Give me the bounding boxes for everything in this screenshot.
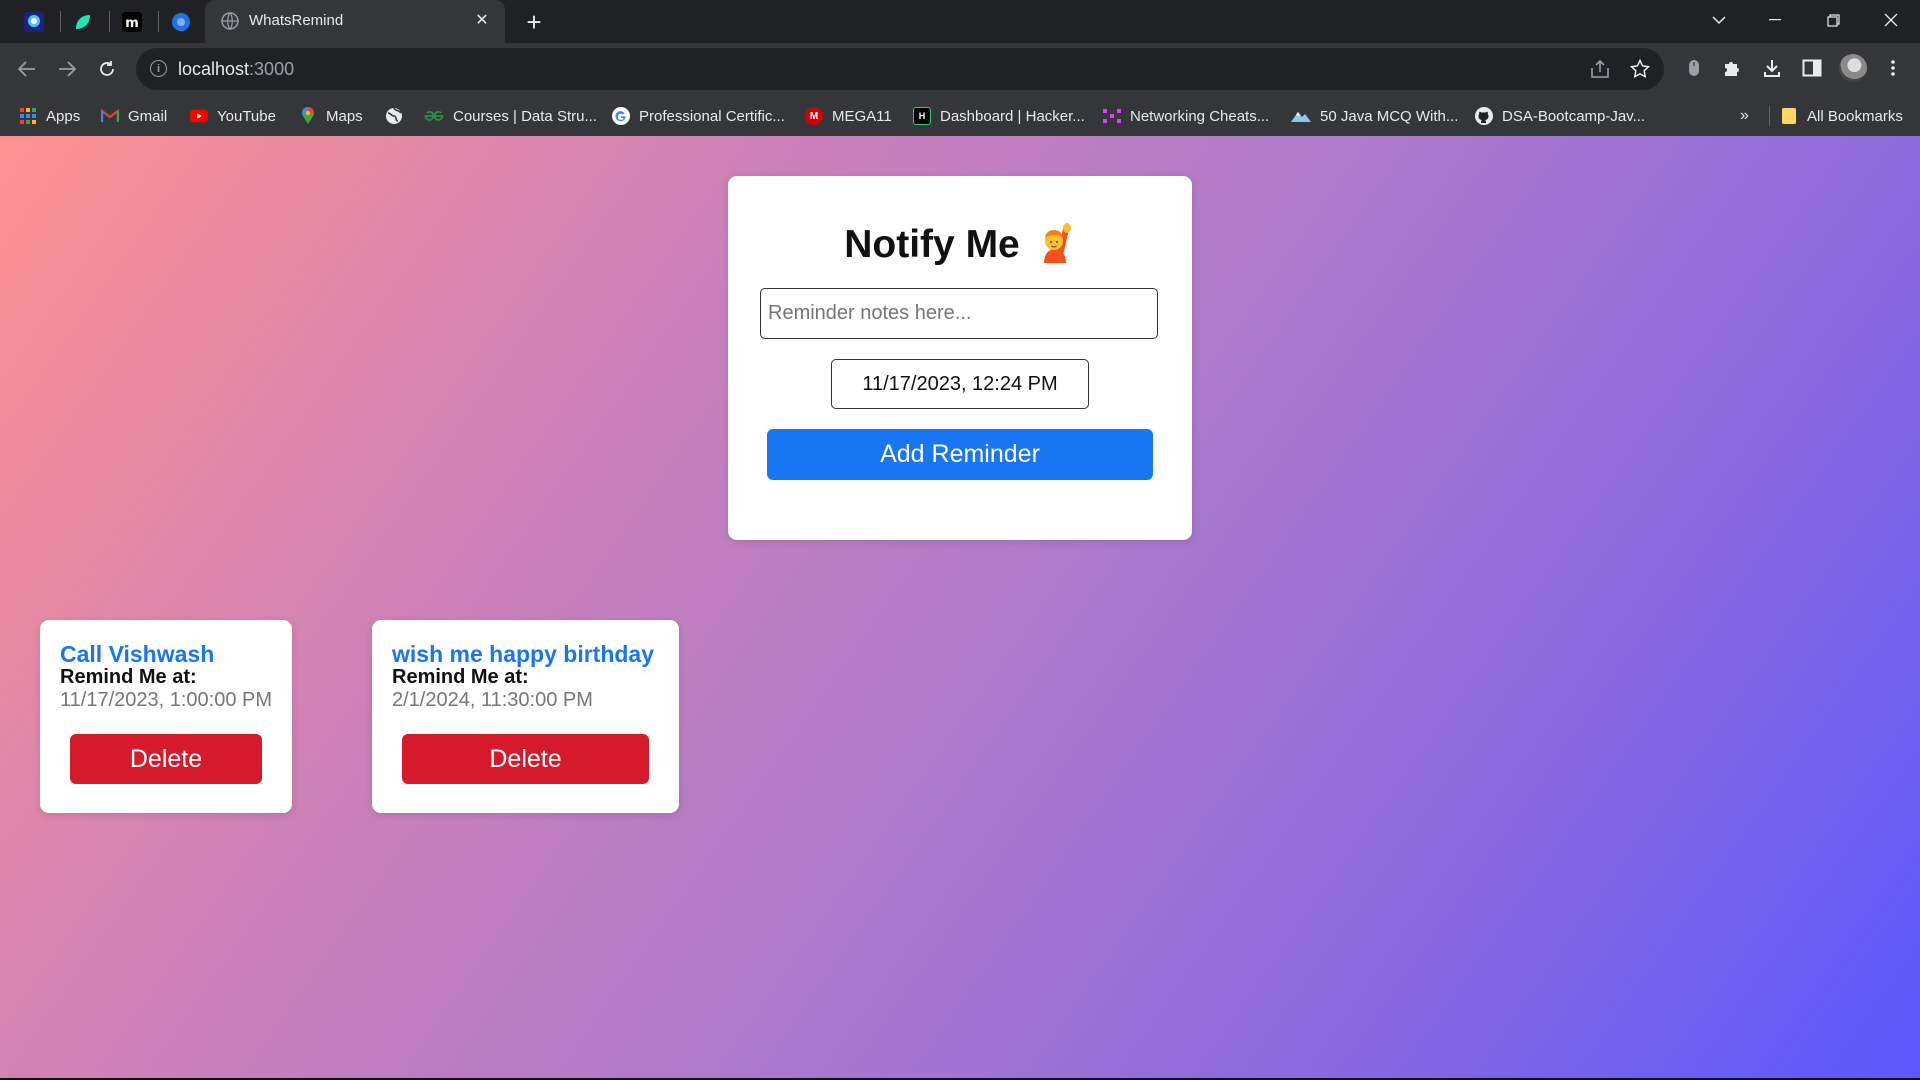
pinned-tab-3[interactable]: m — [118, 8, 146, 36]
bookmark-separator — [1769, 106, 1770, 126]
bookmark-star-icon[interactable] — [1628, 57, 1652, 81]
reminder-title: Call Vishwash — [60, 641, 215, 667]
gfg-icon — [424, 107, 444, 125]
apps-grid-icon — [19, 107, 37, 125]
bookmark-dsa-bootcamp[interactable]: DSA-Bootcamp-Jav... — [1475, 105, 1645, 127]
reminder-time-label: Remind Me at: — [392, 666, 529, 688]
github-icon — [1475, 107, 1493, 125]
bookmarks-overflow-button[interactable]: » — [1740, 105, 1749, 127]
menu-kebab-icon[interactable] — [1880, 55, 1906, 81]
side-panel-icon[interactable] — [1799, 55, 1825, 81]
app-logo-icon — [24, 12, 44, 32]
reminder-form-card: Notify Me 11/17/2023, 12:24 PM Add Remin… — [728, 176, 1192, 540]
back-icon[interactable] — [12, 54, 42, 84]
pinned-tab-4[interactable] — [167, 8, 195, 36]
extensions-puzzle-icon[interactable] — [1719, 55, 1745, 81]
delete-reminder-button[interactable]: Delete — [70, 734, 262, 784]
bookmark-mega11[interactable]: M MEGA11 — [805, 105, 892, 127]
person-raising-hand-icon — [1043, 223, 1071, 263]
url-text[interactable]: localhost:3000 — [178, 59, 294, 80]
bookmark-hackerrank-dashboard[interactable]: H Dashboard | Hacker... — [913, 105, 1085, 127]
tab-whatsremind[interactable]: WhatsRemind ✕ — [205, 0, 505, 43]
page-background: Notify Me 11/17/2023, 12:24 PM Add Remin… — [0, 136, 1920, 1078]
add-reminder-button[interactable]: Add Reminder — [767, 429, 1153, 480]
bookmark-networking-cheatsheet[interactable]: Networking Cheats... — [1103, 105, 1269, 127]
youtube-icon — [190, 107, 208, 125]
medium-m-icon: m — [122, 12, 142, 32]
close-tab-icon[interactable]: ✕ — [471, 9, 493, 31]
bookmark-youtube[interactable]: YouTube — [190, 105, 276, 127]
download-icon[interactable] — [1759, 55, 1785, 81]
address-bar[interactable]: i localhost:3000 — [136, 48, 1664, 90]
svg-text:m: m — [125, 16, 139, 31]
bookmark-apps[interactable]: Apps — [19, 105, 80, 127]
tab-title: WhatsRemind — [249, 12, 344, 29]
page-title: Notify Me — [728, 221, 1192, 267]
globe-icon — [221, 12, 239, 30]
reminder-title: wish me happy birthday — [392, 641, 654, 667]
browser-toolbar: i localhost:3000 Apps Gmail YouTube Maps… — [0, 43, 1920, 138]
globe-icon — [385, 107, 403, 125]
reminder-time: 2/1/2024, 11:30:00 PM — [392, 689, 593, 711]
network-icon — [1103, 107, 1121, 125]
bookmark-gfg-courses[interactable]: Courses | Data Stru... — [424, 105, 597, 127]
google-icon — [612, 107, 630, 125]
bookmark-professional-certificate[interactable]: Professional Certific... — [612, 105, 785, 127]
minimize-icon[interactable] — [1752, 4, 1798, 36]
reminder-notes-input[interactable] — [760, 288, 1158, 339]
all-bookmarks-button[interactable]: All Bookmarks — [1780, 105, 1903, 127]
bookmarks-bar: Apps Gmail YouTube Maps Courses | Data S… — [0, 97, 1920, 135]
leaf-icon — [76, 15, 90, 29]
tab-separator — [109, 11, 110, 32]
restore-icon[interactable] — [1810, 4, 1856, 36]
hackerrank-icon: H — [913, 107, 931, 125]
forward-icon[interactable] — [52, 54, 82, 84]
tab-separator — [60, 11, 61, 32]
reminder-card: wish me happy birthday Remind Me at: 2/1… — [372, 620, 679, 813]
maps-icon — [299, 107, 317, 125]
reload-icon[interactable] — [92, 54, 122, 84]
extension-mouse-icon[interactable] — [1681, 55, 1707, 81]
bookmark-java-mcq[interactable]: 50 Java MCQ With... — [1291, 105, 1458, 127]
tab-separator — [158, 11, 159, 32]
bookmark-maps[interactable]: Maps — [299, 105, 363, 127]
share-icon[interactable] — [1588, 57, 1612, 81]
close-window-icon[interactable] — [1868, 4, 1914, 36]
bookmark-globe[interactable] — [385, 105, 403, 127]
profile-avatar[interactable] — [1839, 54, 1867, 82]
new-tab-button[interactable]: + — [520, 7, 548, 37]
mountain-icon — [1291, 107, 1311, 125]
reminder-time-label: Remind Me at: — [60, 666, 197, 688]
bookmark-gmail[interactable]: Gmail — [101, 105, 167, 127]
delete-reminder-button[interactable]: Delete — [402, 734, 649, 784]
site-info-icon[interactable]: i — [150, 60, 167, 77]
tab-strip: m WhatsRemind ✕ + — [0, 0, 1920, 43]
pinned-tab-1[interactable] — [20, 8, 48, 36]
gmail-icon — [101, 107, 119, 125]
reminder-time: 11/17/2023, 1:00:00 PM — [60, 689, 273, 711]
blue-circle-icon — [172, 13, 190, 31]
tab-search-icon[interactable] — [1696, 4, 1742, 36]
mega11-icon: M — [805, 107, 823, 125]
folder-icon — [1780, 107, 1798, 125]
pinned-tab-2[interactable] — [69, 8, 97, 36]
reminder-card: Call Vishwash Remind Me at: 11/17/2023, … — [40, 620, 292, 813]
reminder-datetime-input[interactable]: 11/17/2023, 12:24 PM — [831, 359, 1089, 409]
